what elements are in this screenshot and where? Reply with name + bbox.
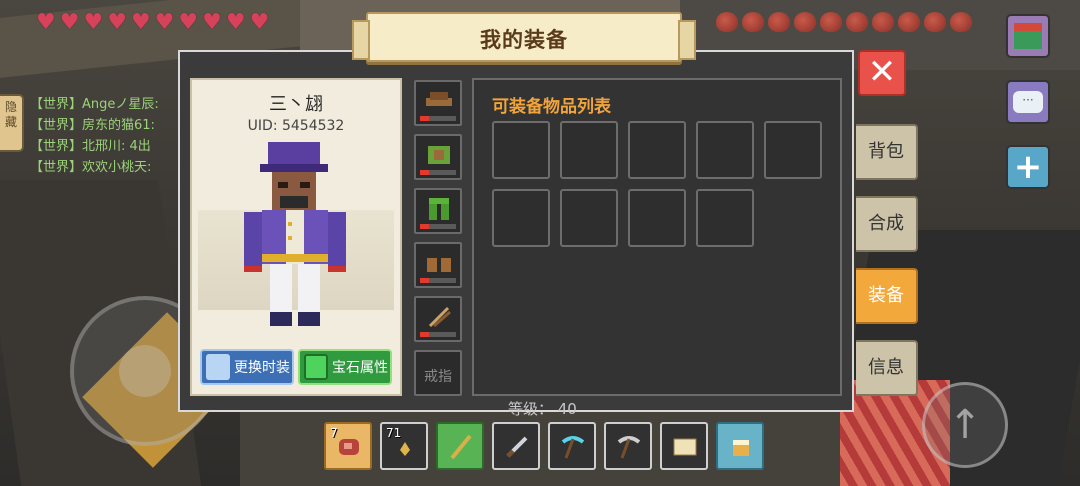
- pants-icon: [429, 198, 449, 220]
- meat-icon: [846, 12, 868, 32]
- chat-button[interactable]: ···: [1006, 80, 1050, 124]
- inventory-slot[interactable]: [560, 121, 618, 179]
- tab-info[interactable]: 信息: [856, 340, 918, 396]
- pickaxe-icon: [561, 436, 585, 459]
- meat-icon: [339, 439, 359, 455]
- durability-bar: [420, 116, 429, 121]
- staff-icon: [450, 434, 472, 460]
- character-avatar: [244, 142, 346, 326]
- hunger-bar: [716, 12, 972, 32]
- meat-icon: [872, 12, 894, 32]
- durability-bar: [420, 170, 429, 175]
- chat-line: 【世界】Angeノ星辰:: [30, 97, 159, 112]
- close-button[interactable]: ✕: [858, 50, 906, 96]
- heart-icon: ♥: [59, 10, 80, 35]
- panel-title-banner: 我的装备: [352, 12, 696, 62]
- add-button[interactable]: +: [1006, 145, 1050, 189]
- inventory-slot[interactable]: [628, 121, 686, 179]
- bucket-icon: [733, 440, 749, 456]
- hotbar-slot-4[interactable]: [492, 422, 540, 470]
- change-skin-label: 更换时装: [234, 360, 290, 376]
- health-hearts: ♥ ♥ ♥ ♥ ♥ ♥ ♥ ♥ ♥ ♥: [36, 12, 269, 34]
- hotbar-slot-6[interactable]: [604, 422, 652, 470]
- meat-icon: [820, 12, 842, 32]
- heart-icon: ♥: [249, 10, 270, 35]
- meat-icon: [716, 12, 738, 32]
- meat-icon: [742, 12, 764, 32]
- inventory-slot[interactable]: [628, 189, 686, 247]
- shop-button[interactable]: [1006, 14, 1050, 58]
- hotbar-slot-7[interactable]: [660, 422, 708, 470]
- chat-log: 【世界】Angeノ星辰: 【世界】房东的猫61: 【世界】北邢川: 4出 【世界…: [30, 94, 159, 178]
- map-icon: [673, 438, 697, 456]
- inventory-slot[interactable]: [696, 189, 754, 247]
- heart-icon: ♥: [107, 10, 127, 35]
- hide-chat-button[interactable]: 隐藏: [0, 94, 24, 152]
- inventory-slot[interactable]: [492, 121, 550, 179]
- chat-bubble-icon: ···: [1013, 91, 1043, 113]
- heart-icon: ♥: [202, 10, 222, 35]
- heart-icon: ♥: [178, 10, 199, 35]
- inventory-slot[interactable]: [492, 189, 550, 247]
- equipment-slot-chest[interactable]: [414, 134, 462, 180]
- sword-icon: [506, 436, 528, 458]
- inventory-slot[interactable]: [696, 121, 754, 179]
- character-name: 三丶翃: [269, 94, 323, 115]
- heart-icon: ♥: [83, 10, 104, 35]
- hotbar-slot-2[interactable]: 71: [380, 422, 428, 470]
- chat-line: 【世界】欢欢小桃天:: [30, 160, 152, 175]
- inventory-slot[interactable]: [560, 189, 618, 247]
- equipment-slot-legs[interactable]: [414, 188, 462, 234]
- character-uid: UID: 5454532: [247, 118, 345, 134]
- heart-icon: ♥: [154, 10, 175, 35]
- boots-icon: [427, 258, 451, 272]
- chat-line: 【世界】北邢川: 4出: [30, 139, 151, 154]
- inventory-slot[interactable]: [764, 121, 822, 179]
- joystick-knob[interactable]: [119, 345, 171, 397]
- meat-icon: [794, 12, 816, 32]
- meat-icon: [924, 12, 946, 32]
- armor-icon: [428, 146, 450, 164]
- meat-icon: [768, 12, 790, 32]
- equippable-items-title: 可装备物品列表: [492, 97, 611, 117]
- meat-icon: [950, 12, 972, 32]
- change-skin-button[interactable]: 更换时装: [200, 349, 294, 385]
- stone-pickaxe-icon: [617, 436, 641, 459]
- hotbar-slot-8[interactable]: [716, 422, 764, 470]
- gem-attributes-button[interactable]: 宝石属性: [298, 349, 392, 385]
- hat-icon: [426, 92, 452, 106]
- ring-label: 戒指: [424, 369, 452, 385]
- equipment-slot-ring[interactable]: 戒指: [414, 350, 462, 396]
- clothes-icon: [206, 354, 230, 380]
- durability-bar: [420, 332, 429, 337]
- plus-icon: +: [1013, 147, 1043, 187]
- gem-attributes-label: 宝石属性: [332, 360, 388, 376]
- tab-equipment[interactable]: 装备: [856, 268, 918, 324]
- hotbar-slot-1[interactable]: 7: [324, 422, 372, 470]
- gem-icon: [304, 354, 328, 380]
- arrows-icon: [428, 306, 451, 328]
- jump-button[interactable]: ↑: [922, 382, 1008, 468]
- equipment-slot-quiver[interactable]: [414, 296, 462, 342]
- meat-icon: [898, 12, 920, 32]
- tab-backpack[interactable]: 背包: [856, 124, 918, 180]
- durability-bar: [420, 278, 429, 283]
- hotbar-slot-3[interactable]: [436, 422, 484, 470]
- chat-line: 【世界】房东的猫61:: [30, 118, 155, 133]
- shop-icon: [1014, 23, 1042, 49]
- hotbar-slot-5[interactable]: [548, 422, 596, 470]
- durability-bar: [420, 224, 429, 229]
- equipment-slot-helmet[interactable]: [414, 80, 462, 126]
- heart-icon: ♥: [130, 10, 151, 35]
- tab-crafting[interactable]: 合成: [856, 196, 918, 252]
- heart-icon: ♥: [36, 10, 56, 35]
- panel-title: 我的装备: [480, 28, 568, 52]
- player-level: 等级： 40: [508, 400, 577, 418]
- equipment-slot-boots[interactable]: [414, 242, 462, 288]
- heart-icon: ♥: [225, 10, 246, 35]
- arrow-icon: [400, 442, 410, 456]
